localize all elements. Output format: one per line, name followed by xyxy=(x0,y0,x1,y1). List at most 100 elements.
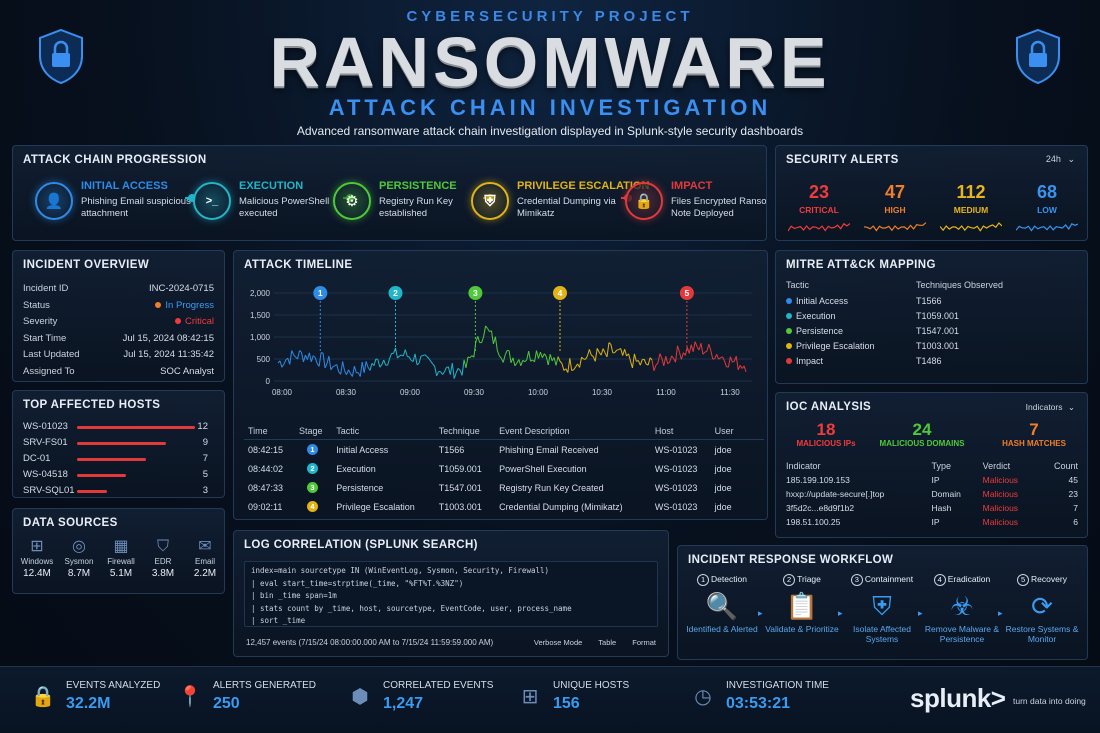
ioc-count: 23 xyxy=(1068,489,1078,499)
ioc-stat[interactable]: 7 HASH MATCHES xyxy=(984,421,1084,449)
host-name[interactable]: WS-01023 xyxy=(23,421,68,432)
alert-high[interactable]: 47 HIGH xyxy=(860,182,930,235)
stage-marker-label: 2 xyxy=(393,288,398,298)
chain-stage[interactable]: 👤 INITIAL ACCESS Phishing Email suspicious… xyxy=(35,176,191,236)
data-source-item[interactable]: ⊞ Windows 12.4M xyxy=(15,539,59,580)
chain-stage[interactable]: 🔒 IMPACT Files Encrypted Ransom Note Deplo… xyxy=(625,176,766,236)
workflow-step[interactable]: 3 Containment ⛨ Isolate Affected Systems xyxy=(842,574,922,644)
indicators-dropdown[interactable]: Indicators ⌄ xyxy=(1026,402,1075,413)
chain-stage[interactable]: >_ EXECUTION Malicious PowerShell executed xyxy=(193,176,343,236)
workflow-step-name: Triage xyxy=(797,574,821,584)
ioc-stat-value: 18 xyxy=(816,420,836,439)
email-icon: ✉ xyxy=(198,538,212,555)
timeline-series-segment xyxy=(700,343,704,355)
timeline-series-segment xyxy=(375,358,379,361)
alert-count: 68 xyxy=(1036,182,1058,202)
timeline-series-segment xyxy=(353,366,357,374)
view-mode-table[interactable]: Table xyxy=(598,638,616,647)
timeline-series-segment xyxy=(608,342,612,345)
view-mode-format[interactable]: Format xyxy=(632,638,656,647)
workflow-step[interactable]: 2 Triage 📋 Validate & Prioritize xyxy=(762,574,842,634)
mitre-row[interactable]: Privilege Escalation T1003.001 xyxy=(782,338,1082,353)
event-technique: T1486 xyxy=(435,516,495,519)
ioc-row[interactable]: 3f5d2c...e8d9f1b2 Hash Malicious 7 xyxy=(782,501,1082,515)
ioc-verdict: Malicious xyxy=(982,489,1019,499)
ioc-stat[interactable]: 24 MALICIOUS DOMAINS xyxy=(872,421,972,449)
timeline-col-header: Tactic xyxy=(332,423,435,440)
workflow-step[interactable]: 4 Eradication ☣ Remove Malware & Persistenc… xyxy=(922,574,1002,644)
range-dropdown[interactable]: 24h ⌄ xyxy=(1046,154,1075,165)
panel-title: INCIDENT OVERVIEW xyxy=(23,259,150,271)
host-name[interactable]: SRV-FS01 xyxy=(23,437,68,448)
mitre-technique: T1059.001 xyxy=(916,310,960,321)
data-source-name: Windows xyxy=(20,557,54,566)
workflow-step[interactable]: 5 Recovery ⟳ Restore Systems & Monitor xyxy=(1002,574,1082,644)
timeline-series-segment xyxy=(291,350,295,355)
timeline-series-segment xyxy=(639,359,643,366)
incident-row: Incident ID INC-2024-0715 xyxy=(23,283,214,294)
data-source-name: Firewall xyxy=(107,557,135,566)
data-source-item[interactable]: ◎ Sysmon 8.7M xyxy=(57,539,101,580)
chain-stage[interactable]: ⚙ PERSISTENCE Registry Run Key established xyxy=(333,176,483,236)
timeline-series-segment xyxy=(443,367,447,373)
ioc-stat-label: HASH MATCHES xyxy=(1002,439,1066,448)
incident-key: Last Updated xyxy=(23,349,80,360)
workflow-step[interactable]: 1 Detection 🔍 Identified & Alerted xyxy=(682,574,762,634)
host-name[interactable]: DC-01 xyxy=(23,453,50,464)
timeline-series-segment xyxy=(430,361,434,365)
timeline-series-segment xyxy=(314,357,318,364)
timeline-series-segment xyxy=(322,352,326,369)
magnifier-icon: 🔍 xyxy=(705,591,739,621)
ioc-row[interactable]: hxxp://update-secure[.]top Domain Maliciou… xyxy=(782,487,1082,501)
ioc-row[interactable]: 198.51.100.25 IP Malicious 6 xyxy=(782,515,1082,529)
ioc-stat[interactable]: 18 MALICIOUS IPs xyxy=(776,420,876,449)
timeline-series-segment xyxy=(451,363,455,379)
data-source-item[interactable]: ▦ Firewall 5.1M xyxy=(99,539,143,580)
ioc-row[interactable]: 185.199.109.153 IP Malicious 45 xyxy=(782,473,1082,487)
timeline-row[interactable]: 08:42:15 1 Initial Access T1566 Phishing Ema… xyxy=(244,440,764,460)
timeline-row[interactable]: 09:18:455ImpactT1486Files EncryptedSRV-F… xyxy=(244,516,764,519)
timeline-series-segment xyxy=(463,359,467,368)
host-name[interactable]: WS-04518 xyxy=(23,469,68,480)
x-tick-label: 10:00 xyxy=(528,388,549,397)
timeline-series-segment xyxy=(543,353,547,357)
incident-value: In Progress xyxy=(165,299,214,311)
timeline-row[interactable]: 08:47:33 3 Persistence T1547.001 Registry Ru… xyxy=(244,478,764,497)
host-count: 12 xyxy=(197,421,208,432)
ioc-count: 7 xyxy=(1073,503,1078,513)
mitre-row[interactable]: Persistence T1547.001 xyxy=(782,323,1082,338)
tactic-dot xyxy=(786,298,792,305)
event-tactic: Persistence xyxy=(336,482,384,493)
mitre-row[interactable]: Execution T1059.001 xyxy=(782,308,1082,323)
timeline-series-segment xyxy=(359,361,363,377)
alert-low[interactable]: 68 LOW xyxy=(1012,182,1082,235)
timeline-row[interactable]: 09:02:11 4 Privilege Escalation T1003.001 Cr… xyxy=(244,497,764,516)
timeline-series-segment xyxy=(708,344,712,351)
data-source-name: Email xyxy=(194,557,215,566)
chain-stage[interactable]: ⛨ PRIVILEGE ESCALATION Credential Dumping … xyxy=(471,176,649,236)
event-user: SYSTEM xyxy=(711,516,764,519)
timeline-series-segment xyxy=(351,366,355,377)
alert-medium[interactable]: 112 MEDIUM xyxy=(936,182,1006,235)
timeline-series-segment xyxy=(547,354,551,366)
tactic-dot xyxy=(786,328,792,335)
timeline-series-segment xyxy=(724,360,727,367)
alert-critical[interactable]: 23 CRITICAL xyxy=(784,182,854,235)
timeline-series-segment xyxy=(704,350,708,353)
x-tick-label: 08:00 xyxy=(272,388,293,397)
event-time: 08:42:15 xyxy=(248,444,284,455)
data-source-item[interactable]: ✉ Email 2.2M xyxy=(183,538,224,580)
timeline-series-segment xyxy=(487,328,490,332)
timeline-series-segment xyxy=(340,361,344,375)
timeline-series-segment xyxy=(496,350,500,356)
timeline-series-segment xyxy=(678,352,682,360)
timeline-row[interactable]: 08:44:02 2 Execution T1059.001 PowerShell Ex… xyxy=(244,459,764,478)
host-name[interactable]: SRV-SQL01 xyxy=(23,485,75,496)
data-source-item[interactable]: ⛉ EDR 3.8M xyxy=(141,539,185,580)
search-query[interactable]: index=main sourcetype IN (WinEventLog, S… xyxy=(244,561,658,627)
mitre-row[interactable]: Initial Access T1566 xyxy=(782,293,1082,308)
timeline-series-segment xyxy=(633,353,637,362)
view-mode-verbose-mode[interactable]: Verbose Mode xyxy=(534,638,582,647)
mitre-row[interactable]: Impact T1486 xyxy=(782,353,1082,368)
alert-sparkline xyxy=(788,222,850,232)
